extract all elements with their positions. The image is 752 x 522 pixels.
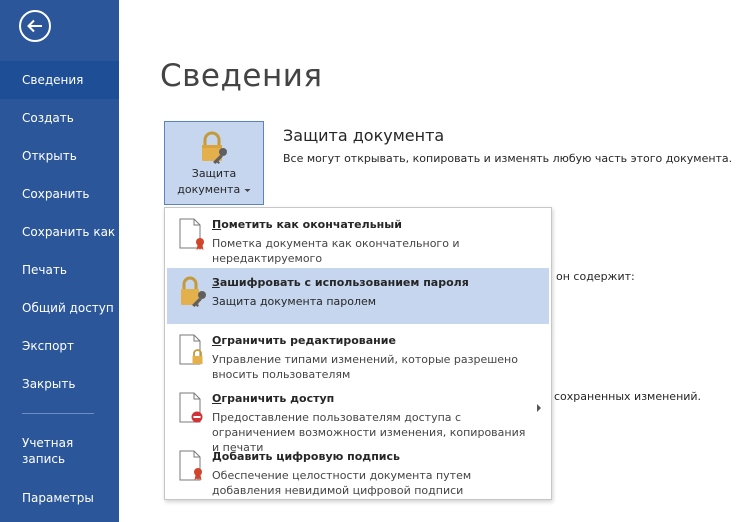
- nav-print[interactable]: Печать: [0, 251, 119, 289]
- nav-account-line1: Учетная: [22, 436, 74, 450]
- document-lock-icon: [179, 334, 203, 365]
- menu-item-accel: Д: [212, 450, 222, 463]
- menu-item-encrypt-password[interactable]: Зашифровать с использованием пароля Защи…: [167, 268, 549, 324]
- protect-document-menu: Пометить как окончательный Пометка докум…: [164, 207, 552, 500]
- section-title: Защита документа: [283, 126, 445, 145]
- menu-item-description: Пометка документа как окончательного и н…: [212, 237, 460, 265]
- document-signature-icon: [179, 450, 202, 481]
- nav-open[interactable]: Открыть: [0, 137, 119, 175]
- menu-item-description: Обеспечение целостности документа путем …: [212, 469, 472, 497]
- lock-key-icon: [202, 131, 227, 164]
- sidebar-divider: [22, 413, 94, 414]
- nav-close[interactable]: Закрыть: [0, 365, 119, 403]
- protect-button-label-line1: Защита: [191, 167, 237, 180]
- nav-export[interactable]: Экспорт: [0, 327, 119, 365]
- menu-item-title: Ограничить редактирование: [212, 334, 396, 347]
- arrow-left-icon: [27, 19, 42, 33]
- document-ribbon-icon: [179, 218, 204, 250]
- back-button[interactable]: [19, 10, 51, 42]
- menu-item-description: Защита документа паролем: [212, 295, 377, 308]
- menu-item-accel: О: [212, 392, 222, 405]
- caret-down-icon: [244, 188, 251, 192]
- protect-document-button[interactable]: Защита документа: [164, 121, 264, 205]
- menu-item-title: Зашифровать с использованием пароля: [212, 276, 469, 289]
- protect-button-label-line2: документа: [165, 183, 263, 196]
- menu-item-title-rest: граничить доступ: [221, 392, 335, 405]
- menu-item-title-rest: ашифровать с использованием пароля: [219, 276, 469, 289]
- nav-save[interactable]: Сохранить: [0, 175, 119, 213]
- background-partial-text: он содержит:: [556, 270, 635, 283]
- menu-item-accel: П: [212, 218, 222, 231]
- menu-item-restrict-access[interactable]: Ограничить доступ Предоставление пользов…: [167, 384, 549, 454]
- menu-item-title: Добавить цифровую подпись: [212, 450, 400, 463]
- protect-button-label-line2-text: документа: [177, 183, 241, 196]
- menu-item-mark-final[interactable]: Пометить как окончательный Пометка докум…: [167, 210, 549, 266]
- document-restrict-icon: [179, 392, 203, 423]
- nav-save-as[interactable]: Сохранить как: [0, 213, 119, 251]
- backstage-sidebar: Сведения Создать Открыть Сохранить Сохра…: [0, 0, 119, 522]
- nav-new[interactable]: Создать: [0, 99, 119, 137]
- section-description: Все могут открывать, копировать и изменя…: [283, 152, 733, 165]
- page-title: Сведения: [160, 58, 323, 94]
- menu-item-description: Управление типами изменений, которые раз…: [212, 353, 518, 381]
- submenu-arrow-icon: [537, 404, 541, 412]
- nav-share[interactable]: Общий доступ: [0, 289, 119, 327]
- nav-options[interactable]: Параметры: [0, 479, 119, 517]
- nav-account-line2: запись: [22, 452, 66, 466]
- background-partial-text: сохраненных изменений.: [554, 390, 702, 403]
- menu-item-accel: О: [212, 334, 222, 347]
- menu-item-accel: З: [212, 276, 220, 289]
- menu-item-title-rest: обавить цифровую подпись: [221, 450, 400, 463]
- menu-item-title-rest: граничить редактирование: [221, 334, 396, 347]
- menu-item-digital-signature[interactable]: Добавить цифровую подпись Обеспечение це…: [167, 442, 549, 498]
- lock-key-icon: [181, 276, 206, 307]
- menu-item-restrict-editing[interactable]: Ограничить редактирование Управление тип…: [167, 326, 549, 382]
- menu-item-title: Пометить как окончательный: [212, 218, 402, 231]
- menu-item-title-rest: ометить как окончательный: [221, 218, 402, 231]
- menu-item-title: Ограничить доступ: [212, 392, 334, 405]
- nav-info[interactable]: Сведения: [0, 61, 119, 99]
- nav-account[interactable]: Учетная запись: [0, 432, 119, 476]
